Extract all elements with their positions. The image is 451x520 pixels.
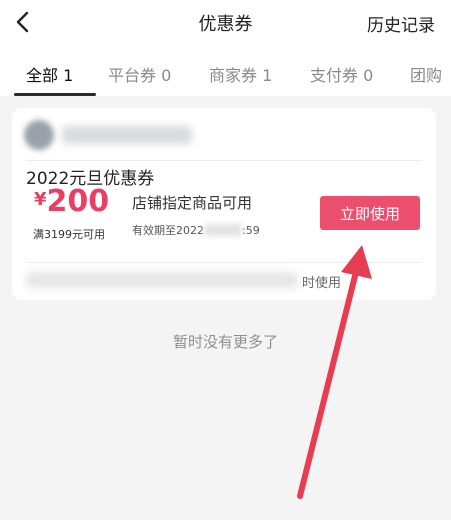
amount-value: 200	[46, 184, 110, 219]
currency-symbol: ¥	[34, 189, 47, 210]
tab-payment[interactable]: 支付券 0	[310, 62, 373, 86]
validity-suffix: :59	[242, 224, 260, 237]
coupon-threshold: 满3199元可用	[33, 228, 105, 241]
divider	[26, 160, 422, 161]
tab-group-buy[interactable]: 团购	[410, 62, 442, 86]
validity-date-redacted	[204, 224, 242, 236]
shop-avatar	[24, 120, 54, 150]
history-button[interactable]: 历史记录	[367, 11, 435, 36]
use-now-button[interactable]: 立即使用	[320, 196, 420, 230]
no-more-hint: 暂时没有更多了	[172, 333, 278, 351]
top-bar: 优惠券 历史记录	[0, 0, 451, 44]
shop-row[interactable]	[12, 108, 436, 160]
coupon-validity: 有效期至2022 :59	[132, 222, 260, 238]
divider	[26, 262, 422, 263]
active-tab-indicator	[14, 93, 96, 96]
validity-prefix: 有效期至2022	[132, 224, 204, 237]
shop-name-redacted	[62, 126, 192, 144]
tab-merchant[interactable]: 商家券 1	[209, 62, 272, 86]
coupon-description: 店铺指定商品可用	[132, 194, 253, 212]
tab-platform[interactable]: 平台券 0	[108, 62, 171, 86]
coupon-footer-text: 时使用	[302, 276, 342, 291]
coupon-tabs: 全部 1 平台券 0 商家券 1 支付券 0 团购	[0, 44, 451, 96]
coupon-footer-redacted	[26, 272, 298, 288]
coupon-card: 2022元旦优惠券 ¥200 满3199元可用 店铺指定商品可用 有效期至202…	[12, 108, 436, 300]
tab-all[interactable]: 全部 1	[26, 62, 73, 86]
coupon-amount: ¥200	[34, 184, 109, 219]
